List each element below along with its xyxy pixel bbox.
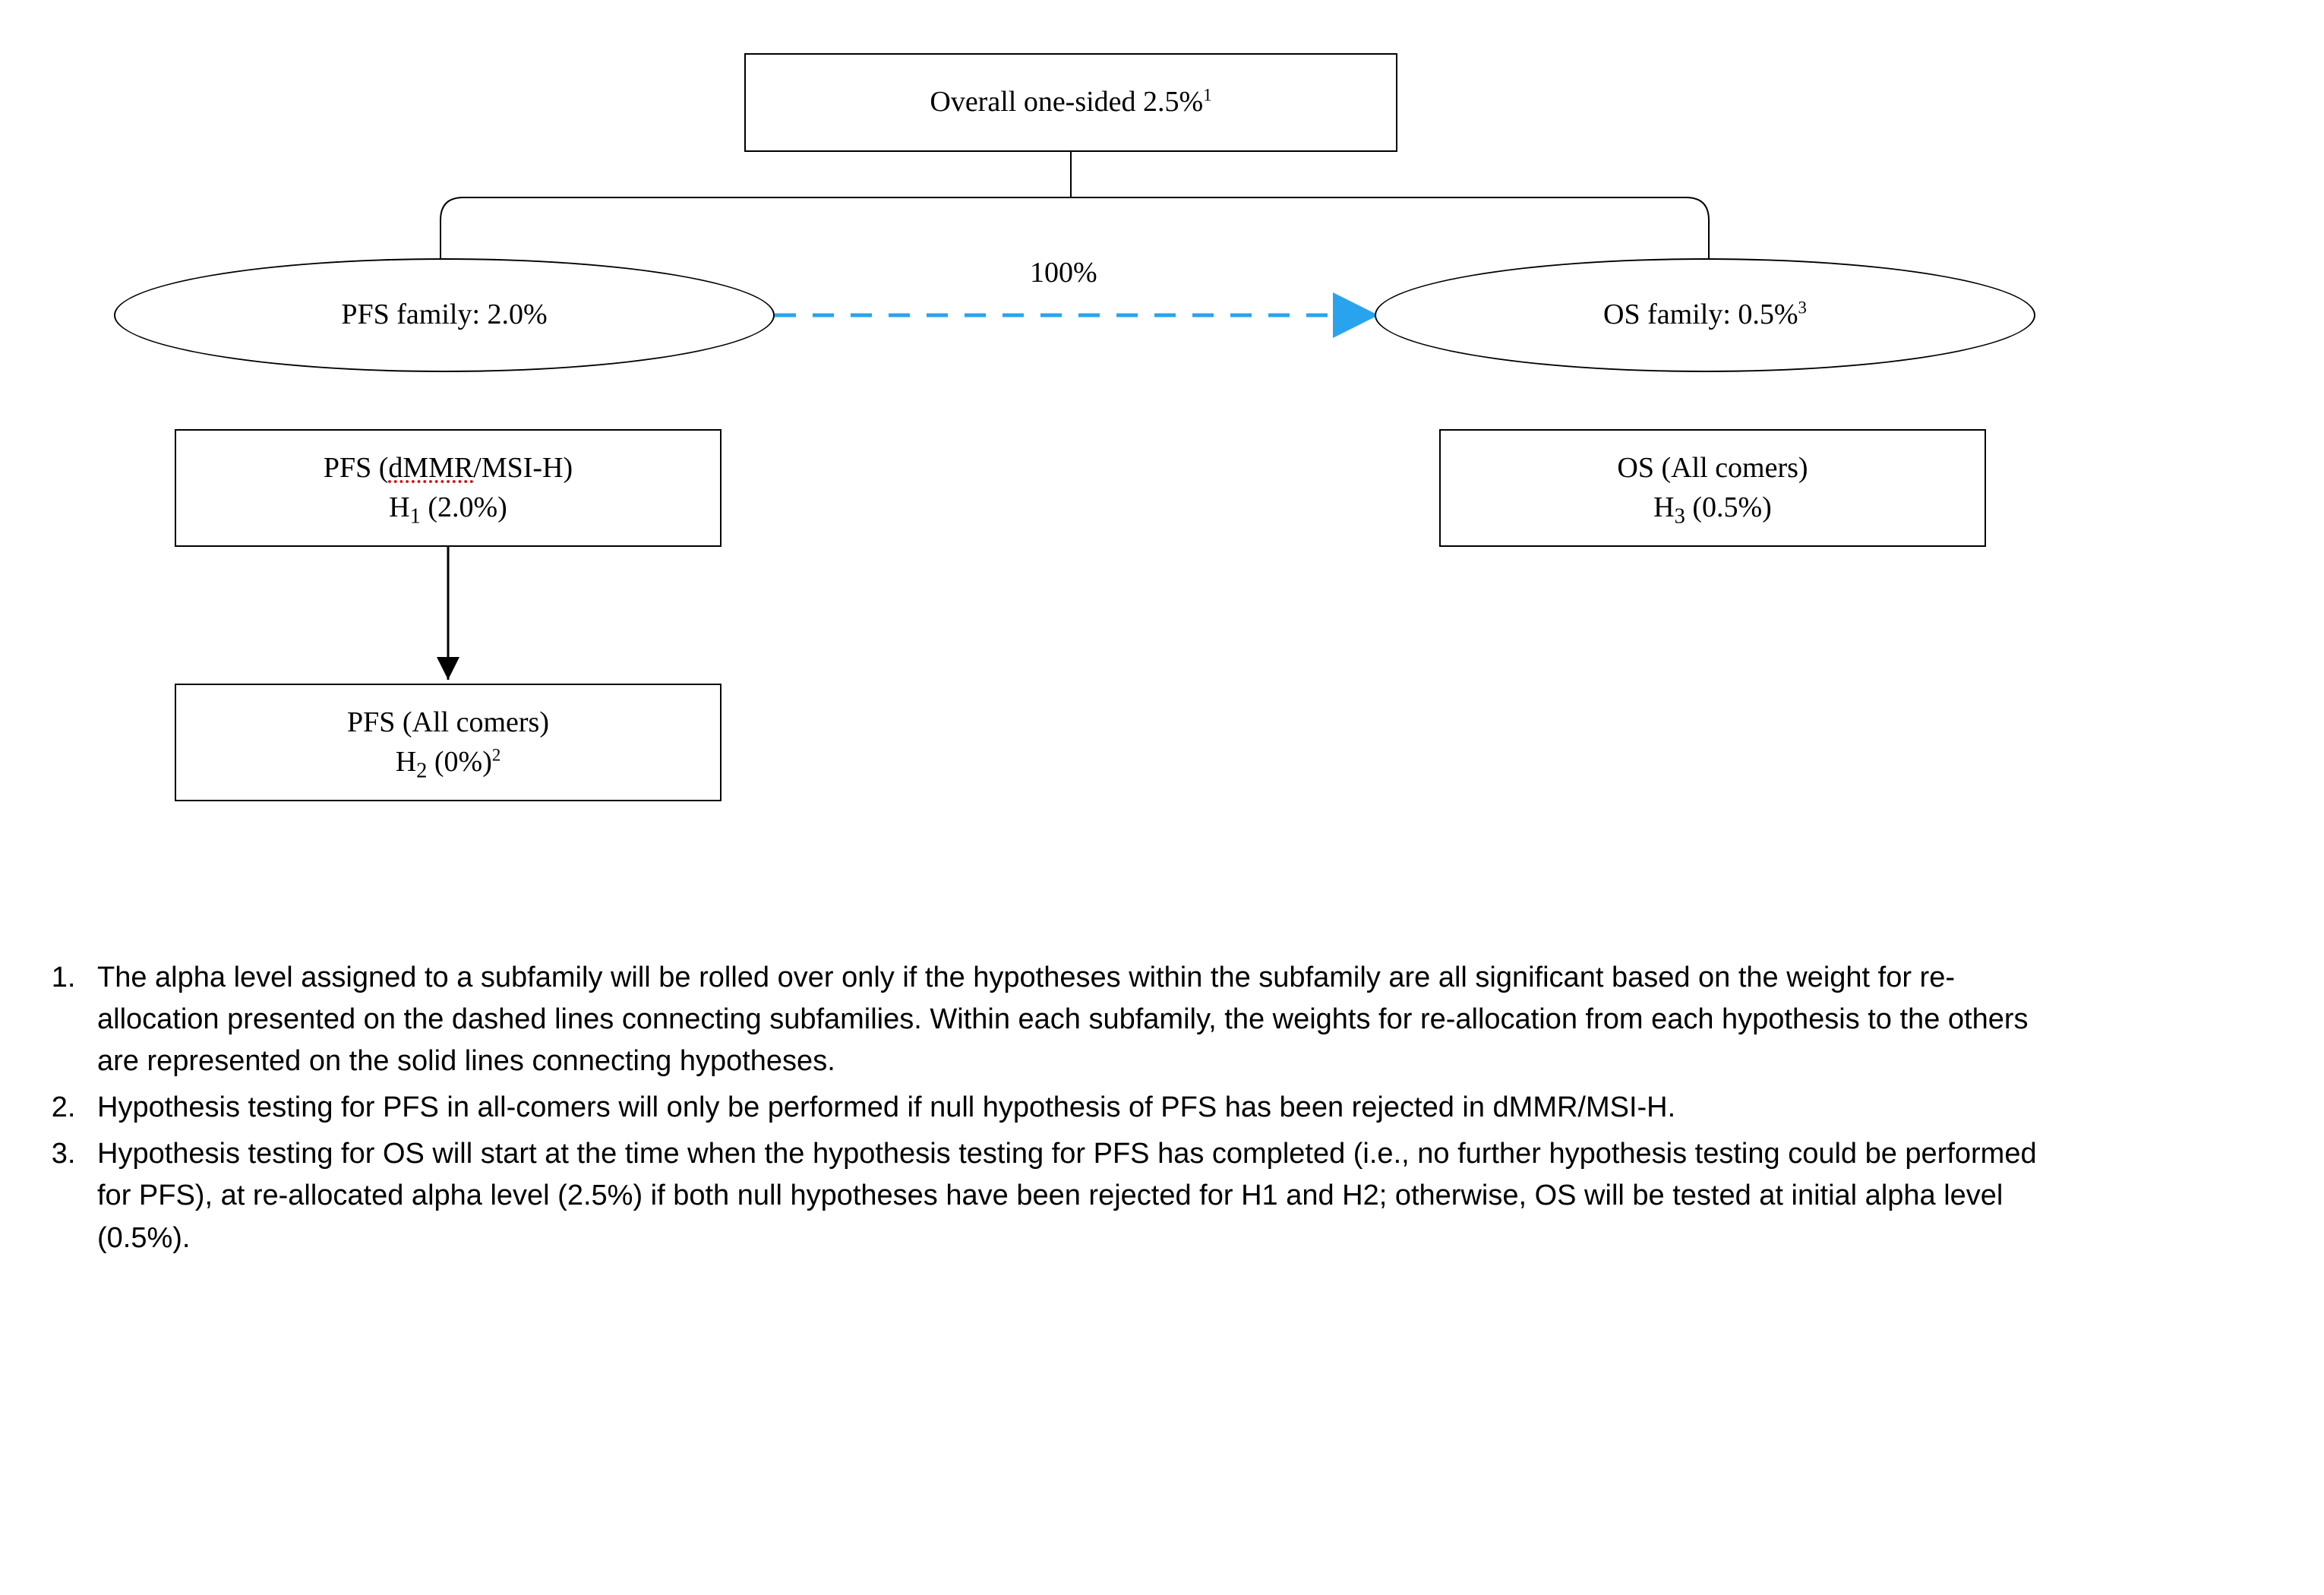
os-family-text: OS family: 0.5%3: [1603, 296, 1807, 333]
pfs-h2-line1: PFS (All comers): [347, 703, 549, 742]
pfs-h1-line1: PFS (dMMR/MSI-H): [324, 449, 573, 488]
pfs-h2-line2: H2 (0%)2: [396, 743, 501, 782]
overall-alpha-box: Overall one-sided 2.5%1: [744, 53, 1397, 152]
os-h3-line2: H3 (0.5%): [1653, 488, 1772, 527]
pfs-h2-box: PFS (All comers) H2 (0%)2: [175, 684, 722, 801]
footnotes: The alpha level assigned to a subfamily …: [30, 957, 2043, 1259]
footnote-1: The alpha level assigned to a subfamily …: [84, 957, 2043, 1082]
footnote-3: Hypothesis testing for OS will start at …: [84, 1133, 2043, 1259]
reallocation-weight-100: 100%: [1025, 254, 1102, 291]
os-family-ellipse: OS family: 0.5%3: [1375, 258, 2035, 372]
pfs-family-ellipse: PFS family: 2.0%: [114, 258, 775, 372]
os-h3-line1: OS (All comers): [1617, 449, 1808, 488]
pfs-h1-line2: H1 (2.0%): [389, 488, 507, 527]
os-h3-box: OS (All comers) H3 (0.5%): [1439, 429, 1986, 547]
pfs-family-text: PFS family: 2.0%: [341, 296, 547, 333]
alpha-allocation-diagram: Overall one-sided 2.5%1 PFS family: 2.0%…: [30, 30, 2233, 927]
overall-alpha-text: Overall one-sided 2.5%1: [930, 83, 1211, 122]
pfs-h1-box: PFS (dMMR/MSI-H) H1 (2.0%): [175, 429, 722, 547]
footnote-2: Hypothesis testing for PFS in all-comers…: [84, 1087, 2043, 1129]
